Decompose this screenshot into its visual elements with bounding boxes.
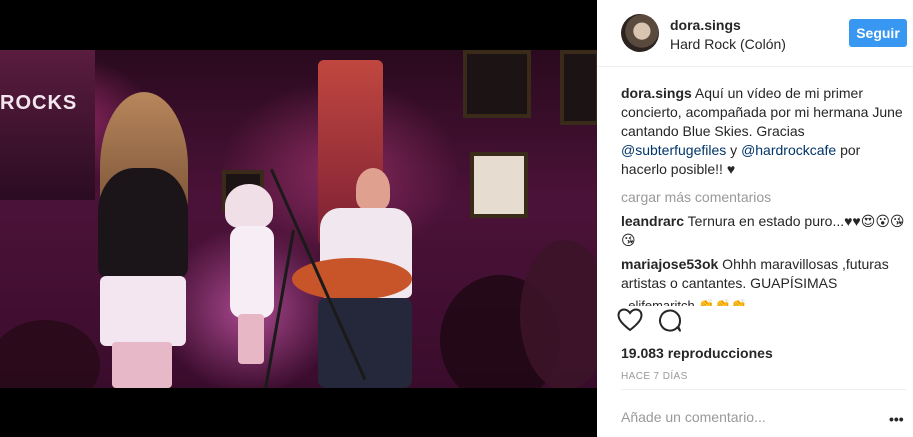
heart-icon[interactable] bbox=[617, 308, 643, 332]
mention-link[interactable]: @hardrockcafe bbox=[741, 142, 836, 158]
add-comment-input[interactable]: Añade un comentario... bbox=[621, 409, 766, 425]
drum-kit bbox=[0, 320, 100, 388]
location-link[interactable]: Hard Rock (Colón) bbox=[670, 36, 786, 52]
view-count: 19.083 reproducciones bbox=[621, 345, 773, 361]
child-dress bbox=[230, 226, 274, 318]
wall-picture-frame bbox=[463, 50, 531, 118]
guitarist-head bbox=[356, 168, 390, 210]
follow-button[interactable]: Seguir bbox=[849, 19, 907, 47]
username-link[interactable]: dora.sings bbox=[670, 17, 741, 33]
child-hat bbox=[225, 184, 273, 228]
wall-picture-frame bbox=[560, 50, 597, 125]
wall-banner-text: ROCKS bbox=[0, 92, 78, 114]
post-caption: dora.sings Aquí un vídeo de mi primer co… bbox=[621, 84, 906, 179]
audience-silhouette bbox=[520, 240, 597, 388]
load-more-comments-button[interactable]: cargar más comentarios bbox=[621, 188, 906, 207]
divider bbox=[621, 389, 906, 390]
singer-legs bbox=[112, 342, 172, 388]
video-frame[interactable]: ROCKS bbox=[0, 50, 597, 388]
comments-list: dora.sings Aquí un vídeo de mi primer co… bbox=[621, 84, 906, 306]
wall-picture-frame bbox=[470, 152, 528, 218]
child-legs bbox=[238, 314, 264, 364]
video-player[interactable]: ROCKS bbox=[0, 0, 597, 437]
caption-text: y bbox=[726, 142, 742, 158]
avatar[interactable] bbox=[621, 14, 659, 52]
more-icon[interactable]: ••• bbox=[889, 411, 904, 427]
caption-username[interactable]: dora.sings bbox=[621, 85, 692, 101]
post-sidebar: dora.sings Hard Rock (Colón) Seguir dora… bbox=[597, 0, 913, 437]
mention-link[interactable]: @subterfugefiles bbox=[621, 142, 726, 158]
singer-top bbox=[98, 168, 188, 278]
post-timestamp[interactable]: HACE 7 DÍAS bbox=[621, 371, 688, 382]
comment-username[interactable]: leandrarc bbox=[621, 213, 684, 229]
post-header: dora.sings Hard Rock (Colón) Seguir bbox=[597, 0, 913, 67]
comment-item: leandrarc Ternura en estado puro...♥♥😍😮😘… bbox=[621, 212, 906, 250]
comment-item: mariajose53ok Ohhh maravillosas ,futuras… bbox=[621, 255, 906, 293]
wall-banner bbox=[0, 50, 95, 200]
comment-icon[interactable] bbox=[657, 308, 683, 332]
comment-username[interactable]: mariajose53ok bbox=[621, 256, 718, 272]
singer-shorts bbox=[100, 276, 186, 346]
partial-comment: _elifemaritch 👏👏👏 bbox=[621, 298, 747, 306]
guitar bbox=[292, 258, 412, 300]
